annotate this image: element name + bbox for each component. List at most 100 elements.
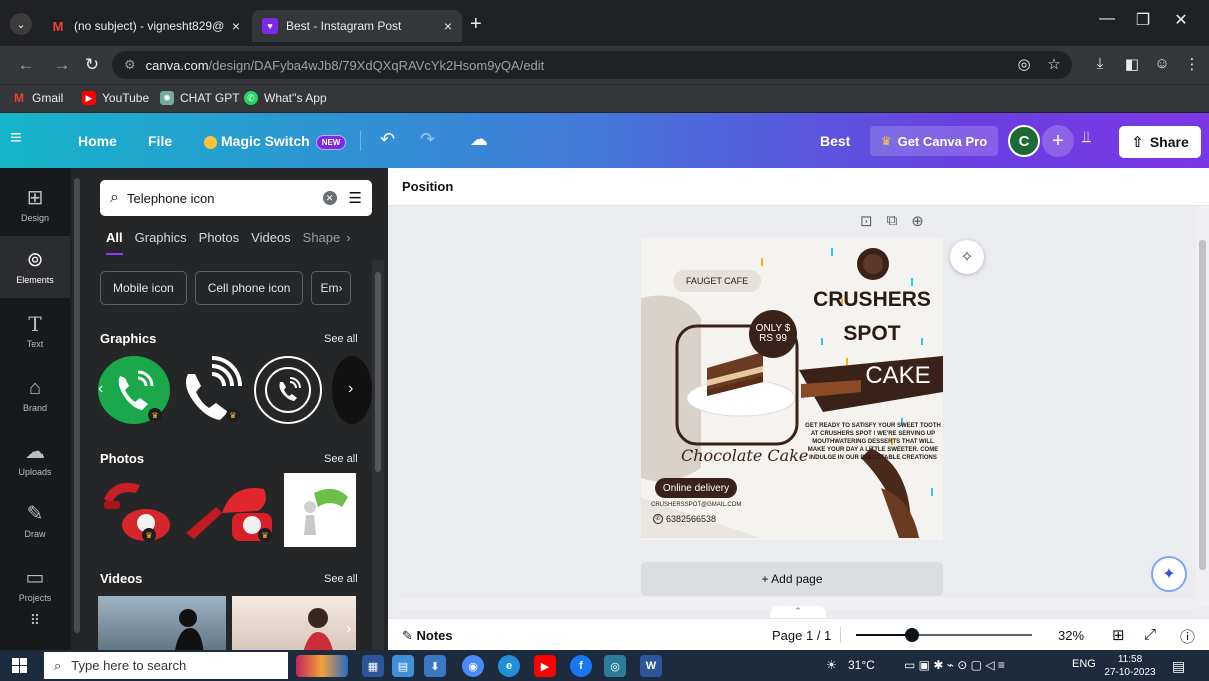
rail-item-apps[interactable]: ⠿: [0, 604, 70, 640]
price-badge[interactable]: ONLY $ RS 99: [749, 310, 797, 358]
contact-email[interactable]: CRUSHERSSPOT@GMAIL.COM: [651, 502, 791, 508]
zoom-slider-handle[interactable]: [905, 628, 919, 642]
zoom-value[interactable]: 32%: [1058, 628, 1084, 643]
youtube-icon[interactable]: ▶: [534, 655, 556, 677]
magic-switch-button[interactable]: Magic Switch NEW: [204, 133, 347, 150]
graphics-see-all-link[interactable]: See all: [324, 333, 358, 345]
language-indicator[interactable]: ENG: [1072, 658, 1096, 670]
restore-icon[interactable]: ❐: [1128, 10, 1158, 30]
canva-assistant-sparkle-icon[interactable]: ✦: [1151, 556, 1187, 592]
taskbar-widget-image[interactable]: [296, 655, 348, 677]
chip-more[interactable]: Em ›: [311, 271, 352, 305]
eye-off-icon[interactable]: ◎: [1014, 55, 1034, 73]
edge-icon[interactable]: e: [498, 655, 520, 677]
taskbar-search[interactable]: ⌕ Type here to search: [44, 652, 288, 679]
tab-all[interactable]: All: [106, 230, 123, 255]
word-icon[interactable]: W: [640, 655, 662, 677]
chip-mobile-icon[interactable]: Mobile icon: [100, 271, 187, 305]
rail-scrollbar[interactable]: [72, 168, 82, 650]
close-tab-icon[interactable]: ×: [232, 18, 240, 34]
add-page-button[interactable]: + Add page: [641, 562, 943, 596]
tab-shapes[interactable]: Shape: [303, 230, 341, 255]
document-title[interactable]: Best: [820, 133, 850, 149]
rail-item-uploads[interactable]: ☁ Uploads: [0, 428, 70, 490]
delivery-pill[interactable]: Online delivery: [655, 478, 737, 498]
scroll-thumb[interactable]: [1199, 240, 1206, 570]
store-icon[interactable]: ⬇: [424, 655, 446, 677]
forward-arrow-icon[interactable]: →: [52, 55, 72, 75]
tab-search-chevron-icon[interactable]: ⌄: [10, 13, 32, 35]
avatar[interactable]: C: [1008, 125, 1040, 157]
tab-gmail[interactable]: M (no subject) - vignesht829@gm ×: [40, 10, 250, 42]
contact-phone[interactable]: ✆ 6382566538: [653, 514, 716, 524]
rail-item-brand[interactable]: ⌂ Brand: [0, 364, 70, 426]
add-collaborator-icon[interactable]: +: [1042, 125, 1074, 157]
position-button[interactable]: Position: [402, 179, 453, 194]
share-button[interactable]: ⇧ Share: [1119, 126, 1201, 158]
hamburger-menu-icon[interactable]: ≡: [10, 127, 22, 150]
photos-see-all-link[interactable]: See all: [324, 453, 358, 465]
design-title-line2[interactable]: SPOT: [807, 322, 937, 346]
file-explorer-icon[interactable]: ▤: [392, 655, 414, 677]
videos-see-all-link[interactable]: See all: [324, 573, 358, 585]
tray-apps-icon[interactable]: ▭ ▣ ✱ ⌁ ⊙ ▢ ◁ ≡: [904, 658, 1005, 672]
fullscreen-icon[interactable]: ⤢: [1144, 626, 1156, 643]
site-settings-icon[interactable]: ⚙: [124, 57, 136, 73]
scroll-right-icon[interactable]: ›: [346, 498, 364, 516]
url-field[interactable]: ⚙ canva.com/design/DAFyba4wJb8/79XdQXqRA…: [112, 51, 1072, 79]
rail-item-elements[interactable]: ⊚ Elements: [0, 236, 70, 298]
get-canva-pro-button[interactable]: ♛ Get Canva Pro: [870, 126, 998, 156]
promo-blurb[interactable]: GET READY TO SATISFY YOUR SWEET TOOTH AT…: [805, 422, 941, 462]
facebook-icon[interactable]: f: [570, 655, 592, 677]
scroll-left-icon[interactable]: ‹: [98, 380, 116, 398]
windows-start-icon[interactable]: [12, 658, 27, 673]
script-title[interactable]: Chocolate Cake: [681, 446, 821, 465]
tab-canva[interactable]: ♥ Best - Instagram Post ×: [252, 10, 462, 42]
bookmark-chatgpt[interactable]: ✺ CHAT GPT: [160, 91, 240, 105]
cloud-saved-icon[interactable]: ☁: [470, 129, 488, 150]
tab-videos[interactable]: Videos: [251, 230, 291, 255]
home-menu[interactable]: Home: [78, 133, 117, 149]
back-arrow-icon[interactable]: ←: [16, 55, 36, 75]
chevron-right-icon[interactable]: ›: [346, 230, 350, 255]
file-menu[interactable]: File: [148, 133, 172, 149]
help-icon[interactable]: ⓘ: [1180, 626, 1195, 647]
close-window-icon[interactable]: ✕: [1166, 10, 1196, 30]
chip-cell-phone-icon[interactable]: Cell phone icon: [194, 271, 304, 305]
weather-icon[interactable]: ☀: [826, 658, 837, 672]
search-input[interactable]: [126, 190, 323, 206]
photo-red-telephone[interactable]: [98, 473, 180, 547]
grid-view-icon[interactable]: ⊞: [1112, 626, 1125, 644]
bookmark-gmail[interactable]: M Gmail: [12, 91, 63, 105]
page-count[interactable]: Page 1 / 1: [772, 628, 831, 643]
weather-temp[interactable]: 31°C: [848, 658, 875, 672]
notification-icon[interactable]: ▤: [1172, 658, 1185, 675]
download-icon[interactable]: ⤓: [1090, 55, 1110, 72]
bookmark-whatsapp[interactable]: ✆ What''s App: [244, 91, 327, 105]
video-thumbnail-woman[interactable]: [232, 596, 356, 650]
close-tab-icon[interactable]: ×: [444, 18, 452, 34]
cake-label[interactable]: CAKE: [853, 362, 943, 390]
tab-photos[interactable]: Photos: [199, 230, 239, 255]
zoom-slider[interactable]: [856, 628, 1032, 642]
chrome-profile-icon[interactable]: ◎: [604, 655, 626, 677]
filter-sliders-icon[interactable]: ☰: [349, 189, 362, 207]
reload-icon[interactable]: ↻: [82, 55, 102, 75]
task-view-icon[interactable]: ▦: [362, 655, 384, 677]
design-title-line1[interactable]: CRUSHERS: [807, 288, 937, 312]
taskbar-clock[interactable]: 11:58 27-10-2023: [1104, 653, 1156, 679]
side-panel-icon[interactable]: ◧: [1122, 55, 1142, 73]
rail-item-text[interactable]: T Text: [0, 300, 70, 362]
cafe-pill[interactable]: FAUGET CAFE: [673, 270, 761, 292]
scroll-thumb[interactable]: [74, 178, 80, 633]
workspace-vertical-scrollbar[interactable]: [1196, 206, 1209, 606]
new-tab-plus-icon[interactable]: +: [470, 14, 482, 34]
tab-graphics[interactable]: Graphics: [135, 230, 187, 255]
scroll-thumb[interactable]: [375, 272, 381, 472]
bookmark-star-icon[interactable]: ☆: [1044, 55, 1064, 73]
magic-suggest-icon[interactable]: ✧: [950, 240, 984, 274]
more-menu-icon[interactable]: ⋮: [1182, 55, 1202, 73]
duplicate-page-icon[interactable]: ⧉: [887, 212, 898, 230]
rail-item-draw[interactable]: ✎ Draw: [0, 490, 70, 552]
notes-button[interactable]: ✎ Notes: [402, 628, 453, 644]
